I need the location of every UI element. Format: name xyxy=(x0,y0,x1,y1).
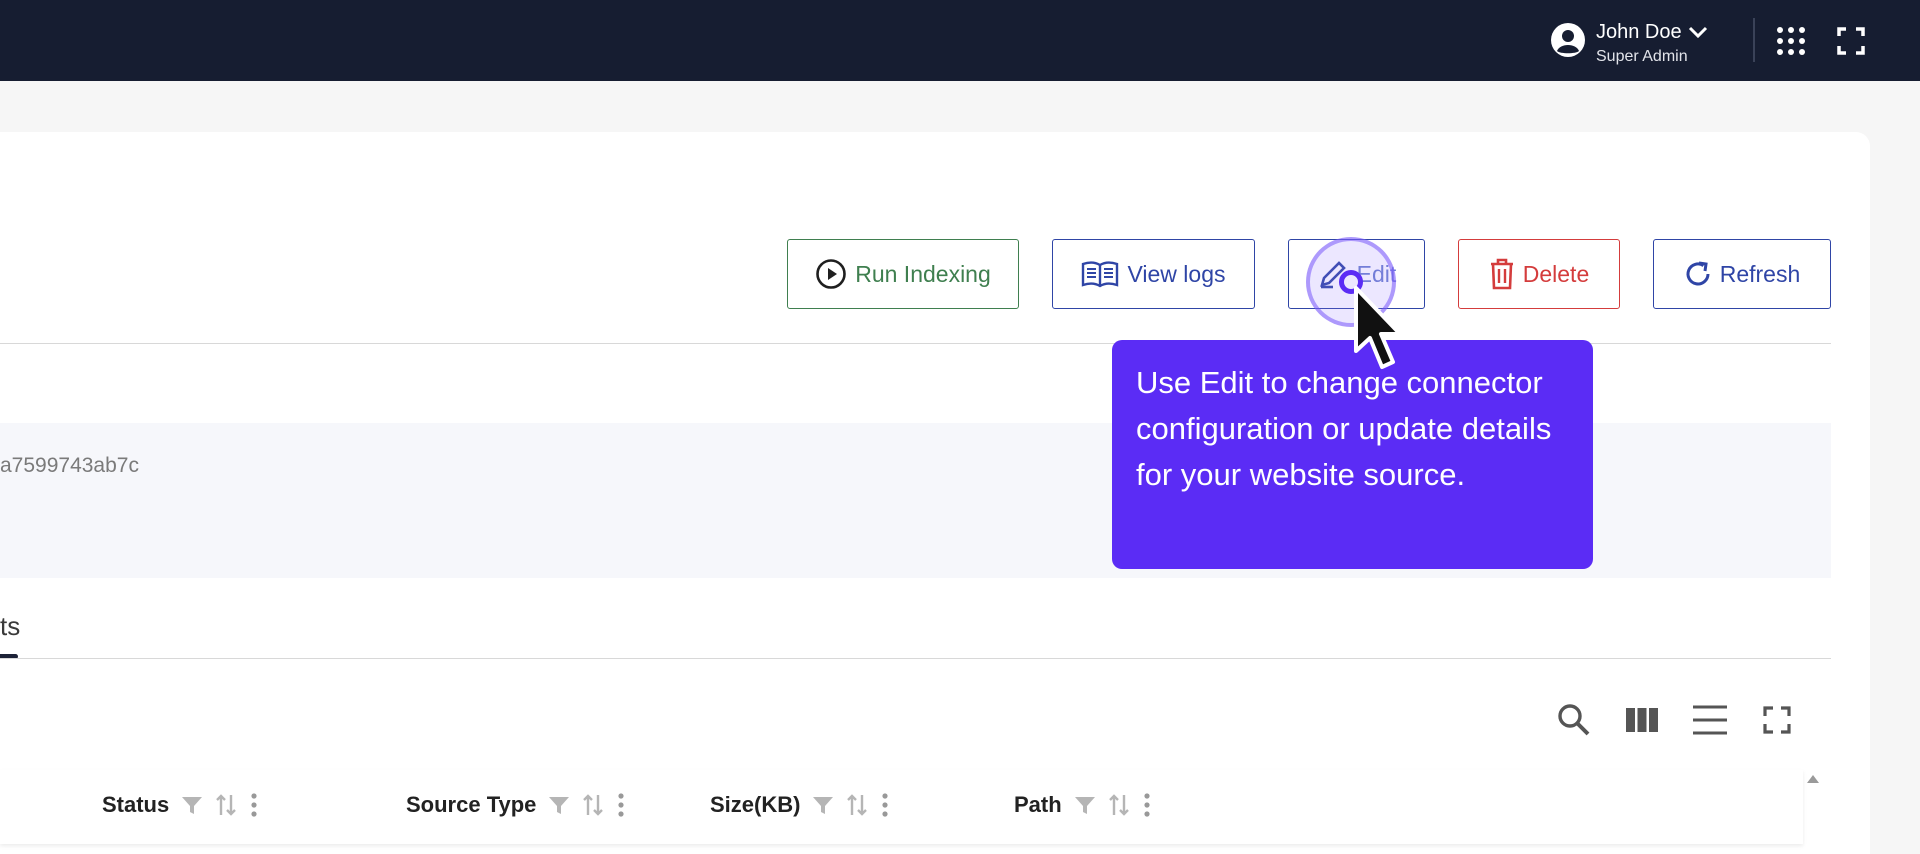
user-role: Super Admin xyxy=(1596,48,1688,65)
table-header xyxy=(0,770,1803,844)
filter-icon[interactable] xyxy=(548,794,570,816)
top-navbar: John Doe Super Admin xyxy=(0,0,1920,81)
column-menu-icon[interactable] xyxy=(1142,792,1152,818)
column-status[interactable]: Status xyxy=(102,792,259,818)
search-icon[interactable] xyxy=(1554,700,1594,740)
filter-icon[interactable] xyxy=(812,794,834,816)
column-path[interactable]: Path xyxy=(1014,792,1152,818)
column-status-label: Status xyxy=(102,792,170,817)
density-icon[interactable] xyxy=(1690,700,1730,740)
column-size[interactable]: Size(KB) xyxy=(710,792,890,818)
chevron-down-icon xyxy=(1688,26,1707,39)
trash-icon xyxy=(1490,258,1513,290)
column-size-label: Size(KB) xyxy=(710,792,801,817)
column-source-type[interactable]: Source Type xyxy=(406,792,626,818)
view-logs-label: View logs xyxy=(1127,260,1226,287)
column-path-label: Path xyxy=(1014,792,1062,817)
apps-grid-icon[interactable] xyxy=(1776,26,1806,56)
user-menu[interactable]: John Doe Super Admin xyxy=(1550,20,1708,66)
mouse-cursor-icon xyxy=(1354,286,1402,369)
column-menu-icon[interactable] xyxy=(880,792,890,818)
sort-icon[interactable] xyxy=(215,793,237,817)
run-indexing-button[interactable]: Run Indexing xyxy=(787,239,1019,309)
user-name: John Doe xyxy=(1596,21,1682,43)
run-indexing-label: Run Indexing xyxy=(855,260,991,287)
column-source-type-label: Source Type xyxy=(406,792,537,817)
sort-icon[interactable] xyxy=(582,793,604,817)
columns-icon[interactable] xyxy=(1622,700,1662,740)
refresh-label: Refresh xyxy=(1719,260,1801,287)
play-circle-icon xyxy=(816,259,847,289)
user-meta: John Doe Super Admin xyxy=(1596,20,1708,66)
column-menu-icon[interactable] xyxy=(249,792,259,818)
view-logs-button[interactable]: View logs xyxy=(1052,239,1255,309)
user-name-row: John Doe xyxy=(1596,20,1708,44)
refresh-button[interactable]: Refresh xyxy=(1653,239,1831,309)
tabs-divider xyxy=(0,658,1831,659)
book-open-icon xyxy=(1082,261,1119,288)
refresh-icon xyxy=(1686,261,1710,286)
header-divider xyxy=(1753,18,1755,62)
guide-tooltip-text: Use Edit to change connector configurati… xyxy=(1136,365,1552,492)
tab-documents[interactable]: ts xyxy=(0,611,20,642)
filter-icon[interactable] xyxy=(1074,794,1096,816)
sort-icon[interactable] xyxy=(1108,793,1130,817)
delete-label: Delete xyxy=(1522,260,1590,287)
scroll-up-arrow-icon[interactable] xyxy=(1805,772,1821,784)
user-avatar-icon xyxy=(1551,23,1585,57)
column-menu-icon[interactable] xyxy=(616,792,626,818)
filter-icon[interactable] xyxy=(181,794,203,816)
table-fullscreen-icon[interactable] xyxy=(1757,700,1797,740)
sort-icon[interactable] xyxy=(846,793,868,817)
delete-button[interactable]: Delete xyxy=(1458,239,1620,309)
fullscreen-icon[interactable] xyxy=(1836,26,1866,56)
connector-id-value: a7599743ab7c xyxy=(0,454,139,477)
